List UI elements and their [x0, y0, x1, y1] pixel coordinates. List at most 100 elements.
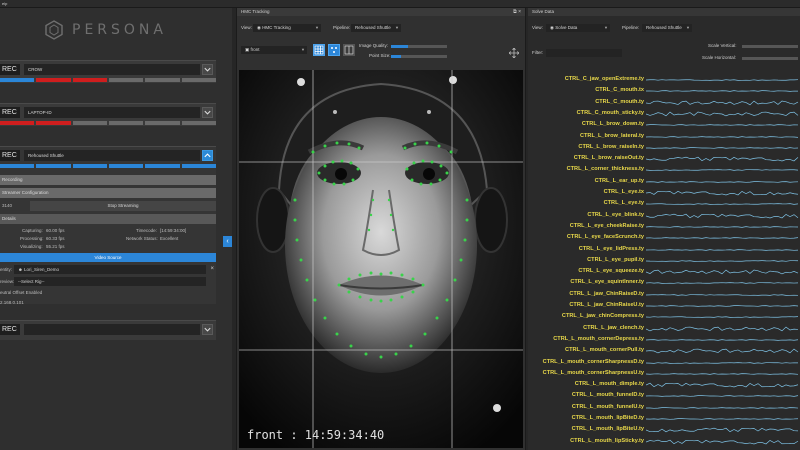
curve-row[interactable]: CTRL_L_mouth_funnelU.ty: [528, 402, 800, 413]
capturing-label: Capturing:: [22, 228, 43, 233]
points-toggle-icon[interactable]: [328, 44, 340, 56]
restore-icon[interactable]: ⧉: [513, 9, 517, 15]
point-size-slider[interactable]: [391, 55, 447, 58]
curve-row[interactable]: CTRL_L_mouth_lipSticky.ty: [528, 436, 800, 447]
streaming-row: 3140 Stop Streaming: [0, 201, 216, 211]
port-field[interactable]: 3140: [2, 203, 12, 208]
solve-curve-list[interactable]: CTRL_C_jaw_openExtreme.ty CTRL_C_mouth.tx…: [528, 74, 800, 448]
curve-row[interactable]: CTRL_L_corner_thickness.ty: [528, 164, 800, 175]
caret-down-icon: ▼: [315, 25, 319, 30]
curve-graph: [646, 100, 799, 105]
curve-row[interactable]: CTRL_L_brow_raiseOut.ty: [528, 153, 800, 164]
details-header[interactable]: Details: [0, 214, 216, 224]
rec-button[interactable]: REC: [0, 150, 20, 161]
center-view-icon[interactable]: [508, 47, 520, 60]
curve-row[interactable]: CTRL_L_mouth_lipBiteU.ty: [528, 424, 800, 435]
pipeline-dropdown[interactable]: Rehoused Shuttle ▼: [351, 24, 401, 32]
curve-line: [646, 156, 799, 162]
curve-row[interactable]: CTRL_L_eye_cheekRaise.ty: [528, 221, 800, 232]
expand-button[interactable]: [202, 324, 213, 335]
device-name-field[interactable]: [24, 324, 200, 335]
curve-row[interactable]: CTRL_L_eye.ty: [528, 198, 800, 209]
camera-dropdown[interactable]: ▣ front ▼: [241, 46, 307, 54]
curve-graph: [646, 418, 799, 420]
curve-row[interactable]: CTRL_L_jaw_ChinRaiseD.ty: [528, 289, 800, 300]
curve-graph: [646, 237, 799, 239]
help-menu[interactable]: elp: [2, 1, 7, 6]
collapse-panel-button[interactable]: ‹: [223, 236, 232, 247]
curve-row[interactable]: CTRL_C_mouth_sticky.ty: [528, 108, 800, 119]
curve-line: [646, 135, 799, 138]
pipeline-dropdown[interactable]: Rehoused Shuttle ▼: [642, 24, 692, 32]
curve-row[interactable]: CTRL_L_brow_lateral.ty: [528, 131, 800, 142]
curve-graph: [646, 293, 799, 296]
rec-button[interactable]: REC: [0, 64, 20, 75]
rec-button[interactable]: REC: [0, 107, 20, 118]
curve-row[interactable]: CTRL_L_eye.tx: [528, 187, 800, 198]
curve-graph: [646, 124, 799, 126]
curve-label: CTRL_C_mouth.tx: [595, 87, 644, 94]
neutral-offset-label[interactable]: eutral Offset Enabled: [0, 290, 42, 295]
curve-row[interactable]: CTRL_L_mouth_lipBiteD.ty: [528, 413, 800, 424]
caret-down-icon: ▼: [604, 25, 608, 30]
filter-input[interactable]: [546, 49, 622, 57]
curve-row[interactable]: CTRL_C_mouth.tx: [528, 85, 800, 96]
curve-row[interactable]: CTRL_L_mouth_cornerPull.ty: [528, 345, 800, 356]
scale-vertical-slider[interactable]: [742, 45, 798, 48]
status-bars: [0, 78, 216, 82]
curve-row[interactable]: CTRL_L_brow_down.ty: [528, 119, 800, 130]
curve-row[interactable]: CTRL_L_mouth_funnelD.ty: [528, 390, 800, 401]
rig-select[interactable]: --Select Rig--: [14, 277, 206, 286]
persona-logo-icon: [45, 20, 63, 40]
device-name-field[interactable]: Rehoused Shuttle: [24, 150, 200, 161]
curve-line: [646, 305, 799, 307]
grid-toggle-icon[interactable]: [313, 44, 325, 56]
device-name-field[interactable]: LAPTOP-ID: [24, 107, 200, 118]
view-dropdown[interactable]: ◉ HMC Tracking ▼: [253, 24, 321, 32]
curve-row[interactable]: CTRL_L_eye_blink.ty: [528, 210, 800, 221]
status-bar: [108, 121, 144, 125]
split-view-icon[interactable]: [343, 44, 355, 56]
curve-row[interactable]: CTRL_C_mouth.ty: [528, 97, 800, 108]
stop-streaming-button[interactable]: Stop Streaming: [30, 201, 216, 211]
clear-identity-button[interactable]: ×: [210, 264, 214, 275]
curve-row[interactable]: CTRL_L_eye_squeeze.ty: [528, 266, 800, 277]
curve-row[interactable]: CTRL_L_mouth_cornerSharpnessU.ty: [528, 368, 800, 379]
curve-row[interactable]: CTRL_L_jaw_clench.ty: [528, 323, 800, 334]
curve-label: CTRL_L_brow_raiseIn.ty: [578, 143, 644, 150]
expand-button[interactable]: [202, 107, 213, 118]
streamer-config-header[interactable]: Streamer Configuration: [0, 188, 216, 198]
curve-line: [646, 316, 799, 319]
curve-row[interactable]: CTRL_L_jaw_chinCompress.ty: [528, 311, 800, 322]
curve-row[interactable]: CTRL_L_mouth_dimple.ty: [528, 379, 800, 390]
expand-button[interactable]: [202, 64, 213, 75]
curve-line: [646, 180, 799, 183]
scale-horizontal-slider[interactable]: [742, 57, 798, 60]
video-source-button[interactable]: Video Source: [0, 253, 216, 262]
recording-section-header[interactable]: Recording: [0, 175, 216, 185]
curve-row[interactable]: CTRL_L_ear_up.ty: [528, 176, 800, 187]
device-name-field[interactable]: CROW: [24, 64, 200, 75]
curve-graph: [646, 316, 799, 319]
curve-graph: [646, 428, 799, 433]
curve-row[interactable]: CTRL_L_eye_lidPress.ty: [528, 244, 800, 255]
curve-graph: [646, 213, 799, 218]
curve-row[interactable]: CTRL_L_mouth_cornerSharpnessD.ty: [528, 357, 800, 368]
view-dropdown[interactable]: ◉ Solve Data ▼: [546, 24, 610, 32]
visualizing-value: 55.21 fps: [46, 244, 65, 249]
curve-row[interactable]: CTRL_L_mouth_cornerDepress.ty: [528, 334, 800, 345]
curve-row[interactable]: CTRL_L_eye_faceScrunch.ty: [528, 232, 800, 243]
curve-row[interactable]: CTRL_C_jaw_openExtreme.ty: [528, 74, 800, 85]
camera-video-feed[interactable]: front : 14:59:34:40: [239, 70, 523, 448]
rec-button[interactable]: REC: [0, 324, 20, 335]
close-icon[interactable]: ×: [518, 9, 521, 15]
image-quality-slider[interactable]: [391, 45, 447, 48]
collapse-button[interactable]: [202, 150, 213, 161]
curve-line: [646, 339, 799, 341]
curve-row[interactable]: CTRL_L_jaw_ChinRaiseU.ty: [528, 300, 800, 311]
curve-row[interactable]: CTRL_L_eye_squintInner.ty: [528, 277, 800, 288]
curve-graph: [646, 203, 799, 206]
curve-row[interactable]: CTRL_L_eye_pupil.ty: [528, 255, 800, 266]
curve-row[interactable]: CTRL_L_brow_raiseIn.ty: [528, 142, 800, 153]
identity-select[interactable]: ☻ Lori_Siren_Demo: [14, 265, 206, 274]
